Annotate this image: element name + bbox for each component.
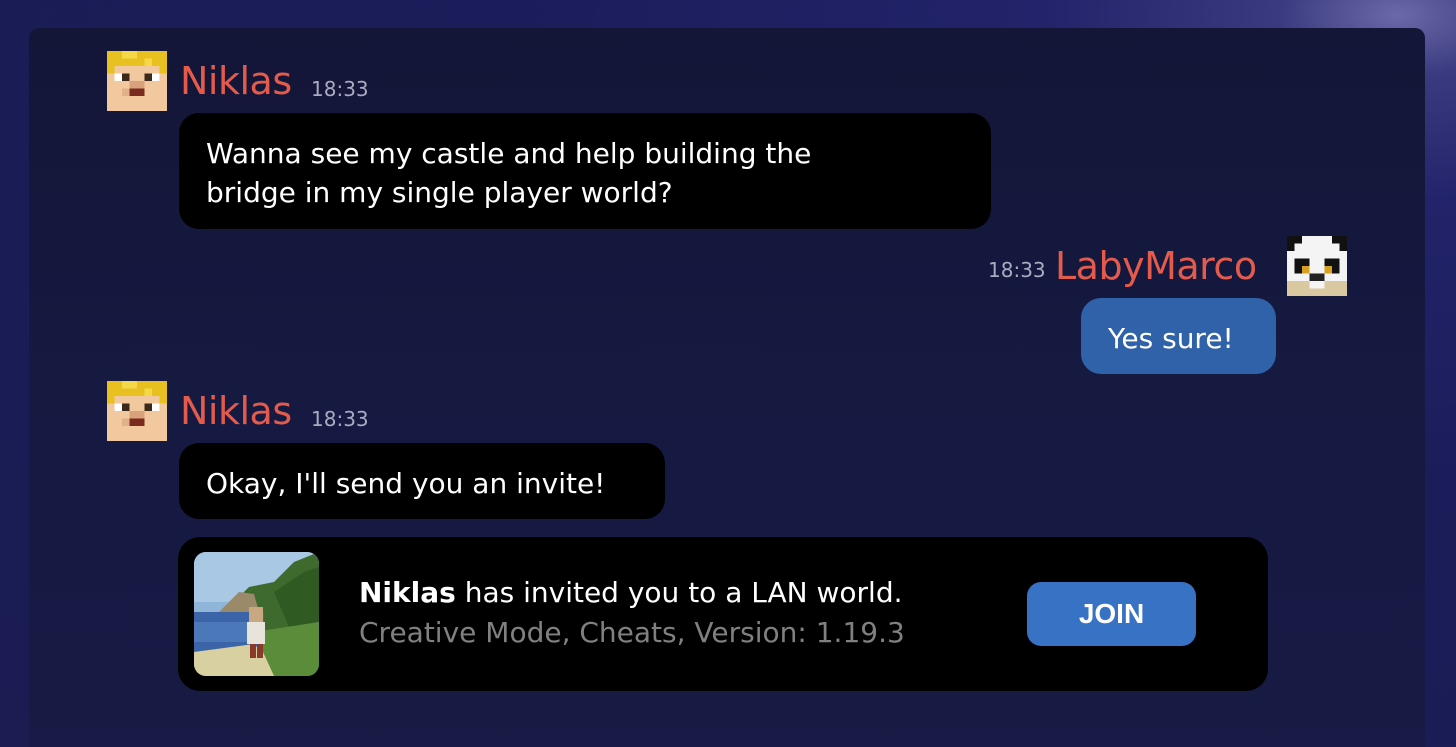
message-timestamp: 18:33 — [311, 407, 369, 431]
invite-world-details: Creative Mode, Cheats, Version: 1.19.3 — [359, 616, 905, 649]
invite-sender: Niklas — [359, 576, 456, 609]
join-button[interactable]: JOIN — [1027, 582, 1196, 646]
world-preview-thumbnail — [194, 552, 319, 676]
invite-text: has invited you to a LAN world. — [455, 576, 903, 609]
message-timestamp: 18:33 — [311, 77, 369, 101]
niklas-avatar-icon[interactable] — [107, 381, 167, 441]
lan-world-invite-card: Niklas has invited you to a LAN world. C… — [178, 537, 1268, 691]
message-author[interactable]: LabyMarco — [1055, 247, 1257, 285]
message-bubble: Okay, I'll send you an invite! — [179, 443, 665, 519]
own-message-bubble: Yes sure! — [1081, 298, 1276, 374]
message-text-line: Okay, I'll send you an invite! — [206, 467, 606, 500]
message-text-line: Wanna see my castle and help building th… — [206, 137, 812, 170]
message-timestamp: 18:33 — [988, 258, 1046, 282]
niklas-avatar-icon[interactable] — [107, 51, 167, 111]
message-author[interactable]: Niklas — [180, 62, 292, 100]
message-bubble: Wanna see my castle and help building th… — [179, 113, 991, 229]
labymarco-avatar-icon[interactable] — [1287, 236, 1347, 296]
message-text-line: bridge in my single player world? — [206, 176, 673, 209]
invite-message: Niklas has invited you to a LAN world. — [359, 575, 903, 611]
message-author[interactable]: Niklas — [180, 392, 292, 430]
message-text-line: Yes sure! — [1108, 322, 1234, 355]
